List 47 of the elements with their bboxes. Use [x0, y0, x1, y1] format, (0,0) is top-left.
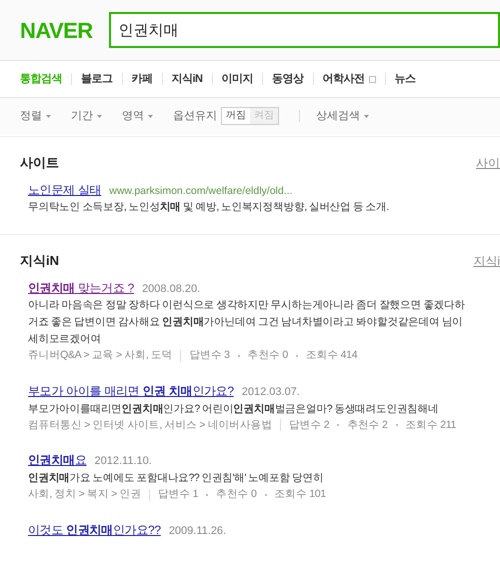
section-more-link[interactable]: 사이: [476, 154, 500, 172]
result-stat: 답변수 3: [189, 348, 230, 364]
caret-icon: [46, 114, 51, 118]
search-tab[interactable]: 지식iN: [172, 70, 202, 88]
search-tab[interactable]: 블로그: [81, 70, 112, 88]
filter-dropdown[interactable]: 영역: [122, 108, 153, 124]
result-snippet: 부모가아이를때리면인권치매인가요? 어린이인권치매벌금은얼마? 동생때려도인권침해네: [28, 402, 440, 416]
search-tab[interactable]: 어학사전: [322, 70, 376, 88]
result-stat: 조회수 414: [306, 348, 358, 364]
section-title: 사이트: [20, 154, 59, 172]
search-tab[interactable]: 이미지: [222, 70, 253, 88]
category-path: 쥬니버Q&A > 교육 > 사회, 도덕: [28, 348, 172, 364]
result-title-link[interactable]: 노인문제 실태: [28, 180, 102, 198]
result-date: 2008.08.20.: [142, 282, 200, 297]
section-more-link[interactable]: 지식i: [473, 252, 500, 270]
result-url: www.parksimon.com/welfare/eldly/old...: [109, 184, 292, 198]
section-title: 지식iN: [20, 252, 59, 270]
category-path: 컴퓨터통신 > 인터넷 사이트, 서비스 > 네이버사용법: [28, 418, 272, 432]
category-path: 사회, 정치 > 복지 > 인권: [28, 486, 141, 502]
result-date: 2012.11.10.: [94, 454, 152, 470]
filter-dropdown[interactable]: 상세검색: [316, 108, 369, 124]
search-field[interactable]: 인권치매: [108, 12, 500, 48]
result-title-link[interactable]: 인권치매 맞는거죠 ?: [28, 278, 134, 297]
result-snippet: 세히모르겠어여: [28, 332, 102, 348]
result-snippet: 무의탁노인 소득보장, 노인성치매 및 예방, 노인복지정책방향, 실버산업 등 소개.: [28, 200, 390, 216]
result-date: 2012.03.07.: [242, 385, 300, 400]
search-tab[interactable]: 카페: [132, 70, 152, 88]
result-date: 2009.11.26.: [168, 524, 226, 538]
search-tab[interactable]: 동영상: [272, 70, 304, 88]
result-stat: 추천수 0: [248, 348, 288, 364]
result-stat: 조회수 101: [274, 486, 326, 502]
result-stat: 답변수 2: [289, 418, 330, 432]
result-stat: 추천수 0: [216, 486, 256, 502]
result-snippet: 아니라 마음속은 정말 장하다 이런식으로 생각하지만 무시하는게아니라 좀더 잘했으면 좋겠다하: [28, 298, 466, 314]
caret-icon: [148, 114, 153, 118]
filter-dropdown[interactable]: 정렬: [20, 108, 51, 124]
search-tab[interactable]: 뉴스: [394, 70, 416, 88]
caret-icon: [364, 114, 369, 118]
toggle-option[interactable]: 꺼짐: [222, 108, 250, 124]
result-stat: 조회수 211: [406, 418, 456, 432]
option-label: 옵션유지: [173, 108, 217, 124]
result-stat: 추천수 2: [347, 418, 388, 432]
result-snippet: 거죠 좋은 답변이면 감사해요 인권치매가아닌데여 그건 남녀차별이라고 봐야할것같은데여 님이: [28, 315, 464, 330]
result-snippet: 인권치매가요 노예에도 포함대나요?? 인권침'해' 노예포함 당연히: [28, 470, 324, 486]
result-stat: 답변수 1: [158, 486, 198, 502]
filter-dropdown[interactable]: 기간: [71, 108, 102, 124]
caret-icon: [97, 114, 102, 118]
